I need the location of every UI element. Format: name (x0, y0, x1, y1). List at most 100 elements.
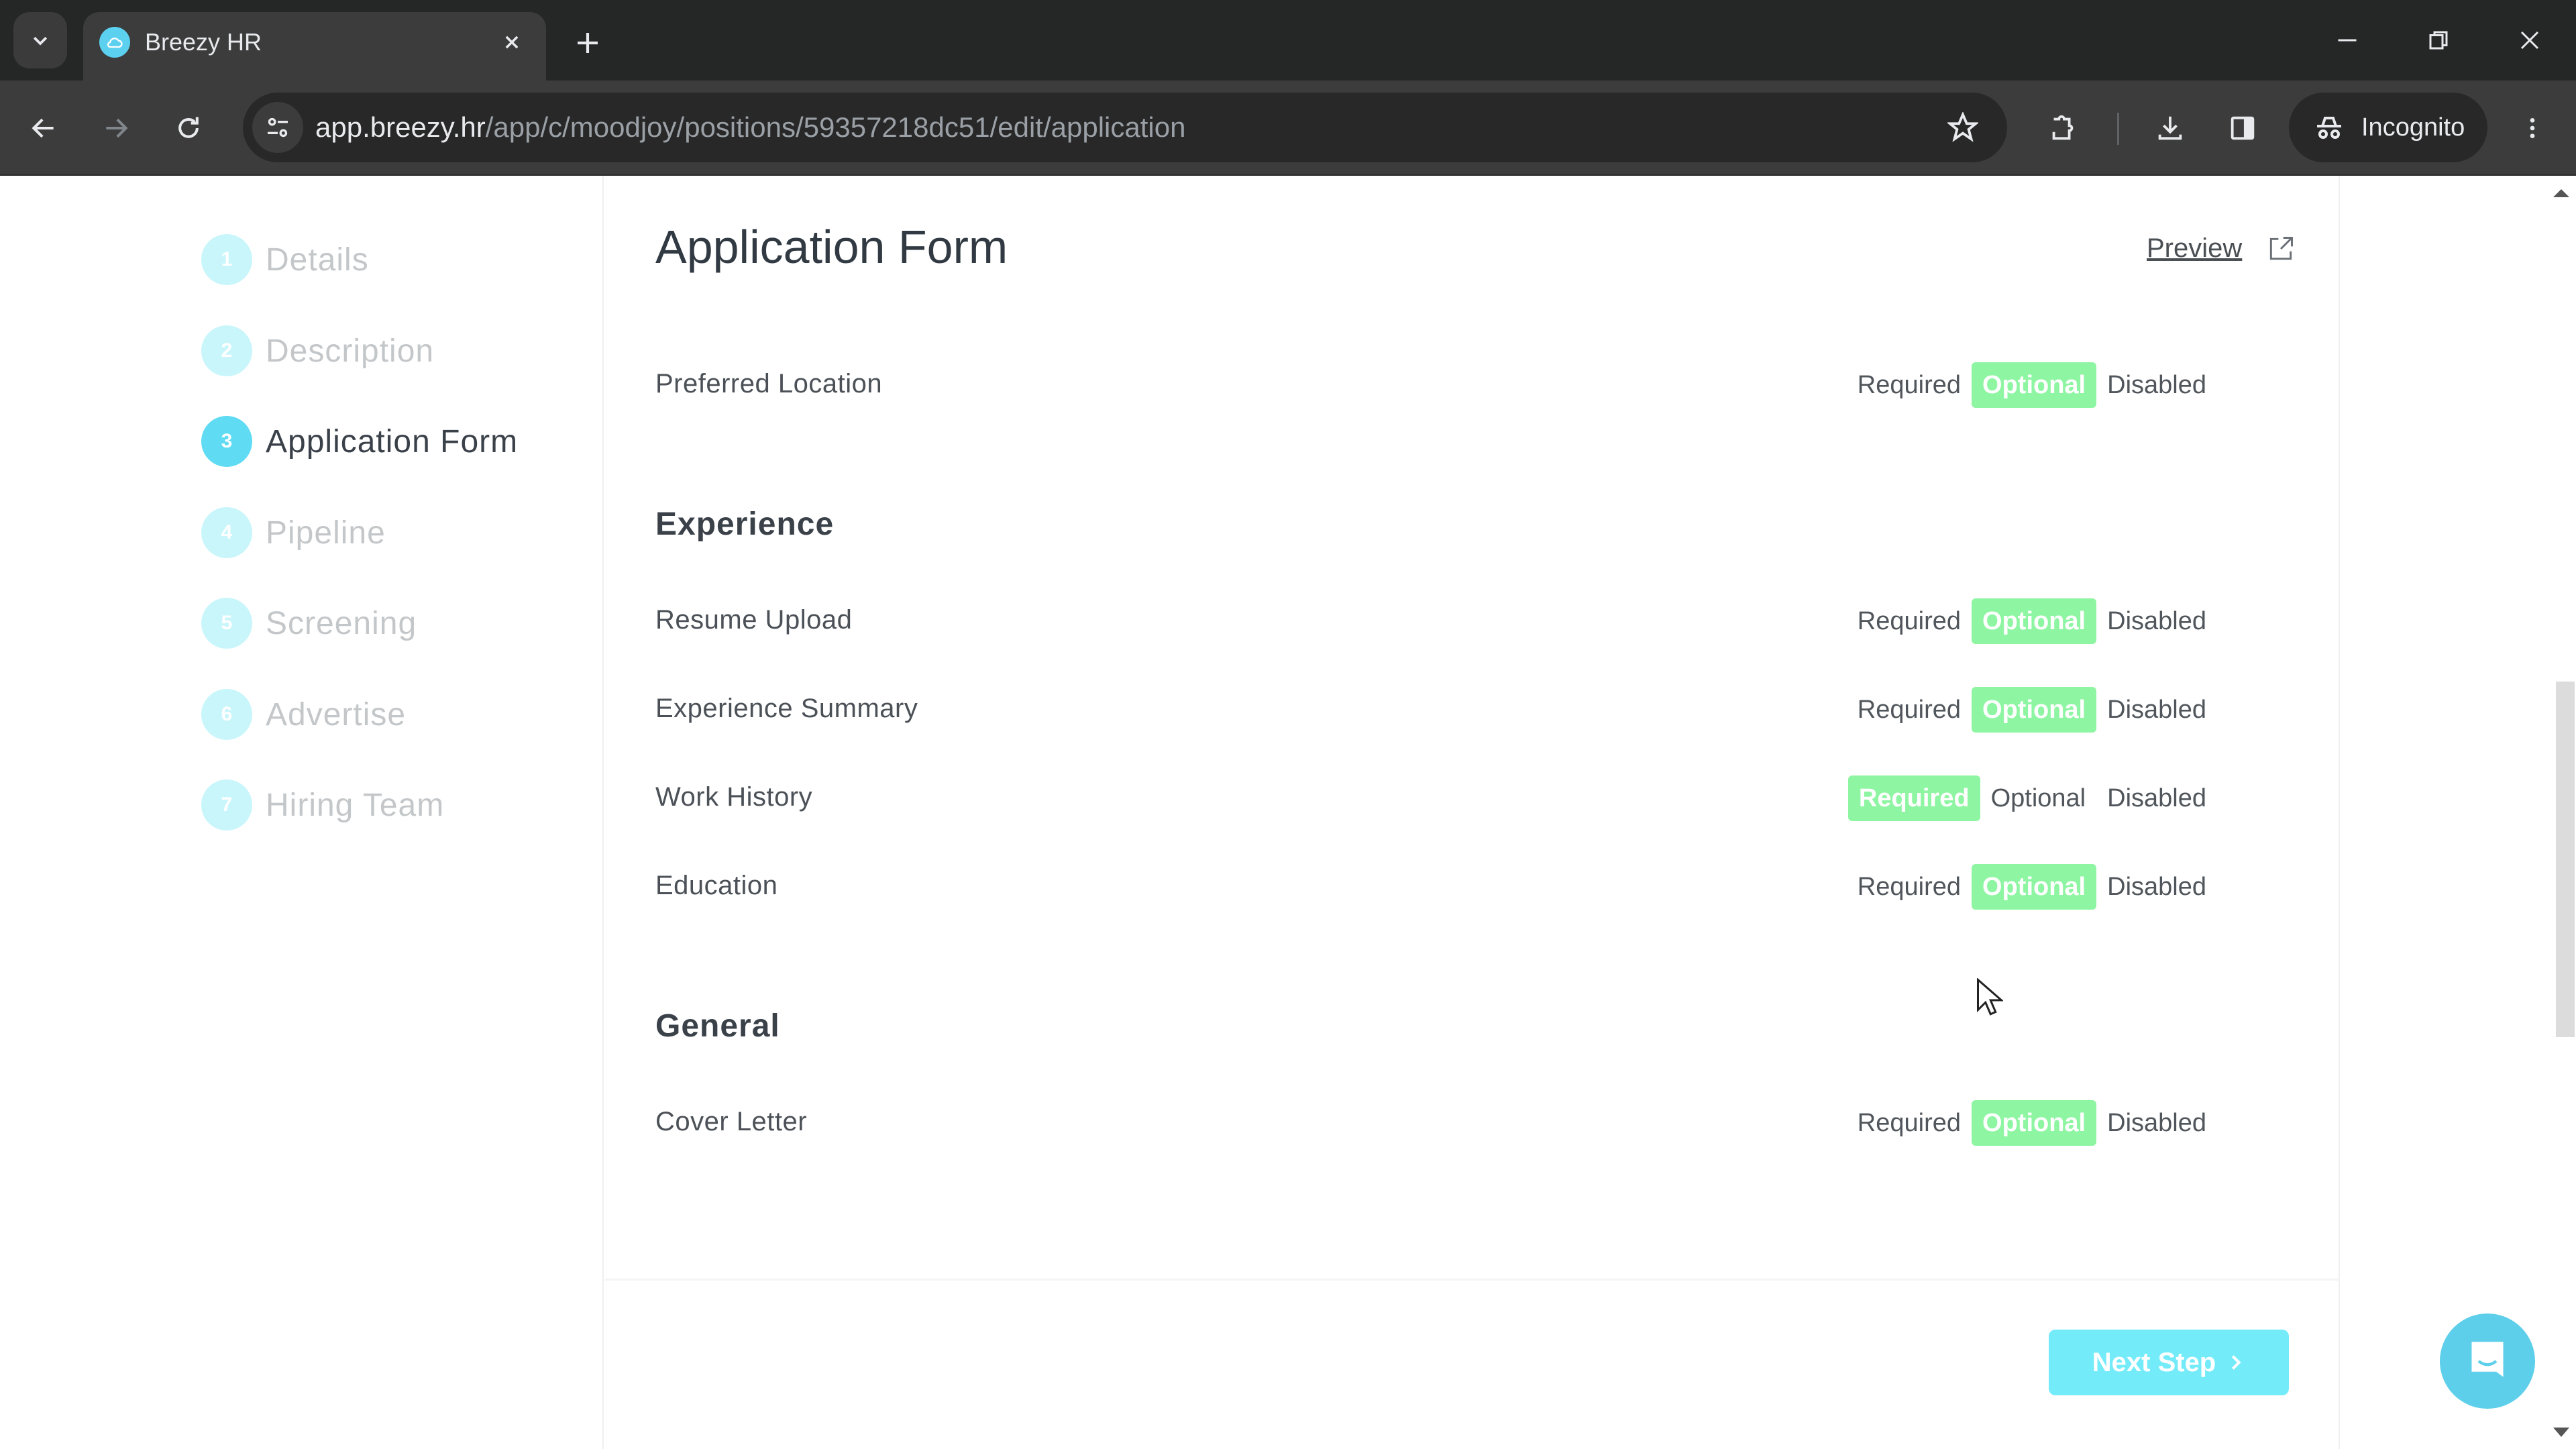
bookmark-star-icon[interactable] (1945, 110, 1980, 145)
breezy-favicon-icon (99, 27, 130, 58)
extensions-icon[interactable] (2039, 105, 2086, 152)
application-form-panel: Application Form Preview Preferred Locat… (605, 176, 2340, 1449)
option-required[interactable]: Required (1847, 687, 1972, 733)
browser-tab[interactable]: Breezy HR (83, 12, 546, 80)
close-tab-icon[interactable] (496, 27, 527, 58)
field-row-education: Education Required Optional Disabled (655, 859, 2217, 912)
option-optional[interactable]: Optional (1972, 598, 2097, 644)
site-info-icon[interactable] (252, 102, 303, 153)
scroll-down-arrow-icon[interactable] (2553, 1428, 2569, 1437)
step-number: 6 (201, 689, 252, 740)
restore-icon[interactable] (2415, 19, 2462, 62)
option-required[interactable]: Required (1847, 1100, 1972, 1146)
requirement-toggle: Required Optional Disabled (1847, 1100, 2217, 1146)
step-number: 4 (201, 507, 252, 558)
close-window-icon[interactable] (2506, 19, 2553, 62)
option-required[interactable]: Required (1847, 864, 1972, 910)
step-number: 5 (201, 598, 252, 649)
option-required[interactable]: Required (1847, 362, 1972, 408)
field-label: Cover Letter (655, 1107, 808, 1136)
field-row-work-history: Work History Required Optional Disabled (655, 770, 2217, 824)
field-label: Education (655, 871, 778, 900)
page-title: Application Form (655, 221, 1008, 273)
field-row-resume-upload: Resume Upload Required Optional Disabled (655, 593, 2217, 647)
option-optional[interactable]: Optional (1972, 864, 2097, 910)
tab-strip: Breezy HR (0, 0, 2576, 80)
forward-icon[interactable] (93, 105, 140, 152)
option-disabled[interactable]: Disabled (2096, 864, 2217, 910)
section-title-general: General (655, 1008, 780, 1044)
step-label: Description (266, 333, 435, 369)
step-label: Details (266, 241, 369, 278)
steps-sidebar: 1 Details 2 Description 3 Application Fo… (0, 176, 604, 1449)
step-label: Advertise (266, 696, 407, 733)
requirement-toggle: Required Optional Disabled (1847, 775, 2217, 821)
field-label: Work History (655, 782, 813, 812)
scroll-up-arrow-icon[interactable] (2553, 189, 2569, 197)
option-optional[interactable]: Optional (1980, 775, 2097, 821)
external-link-icon (2266, 234, 2296, 264)
preview-label: Preview (2147, 233, 2243, 263)
step-label: Hiring Team (266, 787, 445, 823)
step-pipeline[interactable]: 4 Pipeline (201, 506, 386, 559)
step-label: Screening (266, 605, 417, 641)
tab-title: Breezy HR (145, 28, 262, 56)
address-bar[interactable]: app.breezy.hr/app/c/moodjoy/positions/59… (243, 93, 2007, 162)
field-row-experience-summary: Experience Summary Required Optional Disab… (655, 682, 2217, 735)
option-optional[interactable]: Optional (1972, 362, 2097, 408)
page: 1 Details 2 Description 3 Application Fo… (0, 176, 2576, 1449)
url-text[interactable]: app.breezy.hr/app/c/moodjoy/positions/59… (315, 93, 1185, 162)
field-row-cover-letter: Cover Letter Required Optional Disabled (655, 1095, 2217, 1148)
next-step-button[interactable]: Next Step (2049, 1330, 2289, 1395)
requirement-toggle: Required Optional Disabled (1847, 362, 2217, 408)
option-disabled[interactable]: Disabled (2096, 775, 2217, 821)
step-screening[interactable]: 5 Screening (201, 596, 417, 650)
step-number: 1 (201, 234, 252, 285)
requirement-toggle: Required Optional Disabled (1847, 687, 2217, 733)
footer-divider (605, 1279, 2340, 1281)
tab-search-button[interactable] (13, 12, 67, 68)
step-number: 2 (201, 325, 252, 376)
chevron-down-icon (33, 36, 48, 46)
minimize-icon[interactable] (2324, 19, 2371, 62)
requirement-toggle: Required Optional Disabled (1847, 598, 2217, 644)
step-description[interactable]: 2 Description (201, 324, 434, 378)
scrollbar-thumb[interactable] (2556, 682, 2575, 1037)
option-required[interactable]: Required (1847, 775, 1980, 821)
toolbar-separator (2117, 113, 2119, 145)
requirement-toggle: Required Optional Disabled (1847, 864, 2217, 910)
option-optional[interactable]: Optional (1972, 687, 2097, 733)
support-chat-button[interactable] (2440, 1313, 2535, 1409)
field-label: Resume Upload (655, 605, 853, 635)
field-label: Preferred Location (655, 369, 883, 398)
step-details[interactable]: 1 Details (201, 233, 369, 286)
step-advertise[interactable]: 6 Advertise (201, 688, 406, 741)
side-panel-icon[interactable] (2219, 105, 2266, 152)
step-number: 7 (201, 780, 252, 830)
incognito-indicator[interactable]: Incognito (2289, 93, 2487, 162)
page-scrollbar[interactable] (2546, 176, 2576, 1449)
field-row-preferred-location: Preferred Location Required Optional Disab… (655, 357, 2217, 411)
option-disabled[interactable]: Disabled (2096, 687, 2217, 733)
section-title-experience: Experience (655, 506, 835, 542)
option-disabled[interactable]: Disabled (2096, 598, 2217, 644)
back-icon[interactable] (20, 105, 67, 152)
browser-toolbar: app.breezy.hr/app/c/moodjoy/positions/59… (0, 80, 2576, 176)
step-hiring-team[interactable]: 7 Hiring Team (201, 778, 444, 832)
incognito-label: Incognito (2361, 113, 2465, 142)
new-tab-icon[interactable] (569, 24, 606, 62)
incognito-icon (2317, 117, 2341, 139)
option-required[interactable]: Required (1847, 598, 1972, 644)
reload-icon[interactable] (165, 105, 212, 152)
download-icon[interactable] (2147, 105, 2194, 152)
preview-link[interactable]: Preview (2147, 233, 2296, 264)
more-menu-icon[interactable] (2509, 105, 2556, 152)
step-number: 3 (201, 416, 252, 467)
option-disabled[interactable]: Disabled (2096, 1100, 2217, 1146)
step-label: Pipeline (266, 515, 386, 551)
next-step-label: Next Step (2092, 1347, 2216, 1377)
step-label: Application Form (266, 423, 519, 460)
step-application-form[interactable]: 3 Application Form (201, 415, 518, 468)
option-optional[interactable]: Optional (1972, 1100, 2097, 1146)
option-disabled[interactable]: Disabled (2096, 362, 2217, 408)
